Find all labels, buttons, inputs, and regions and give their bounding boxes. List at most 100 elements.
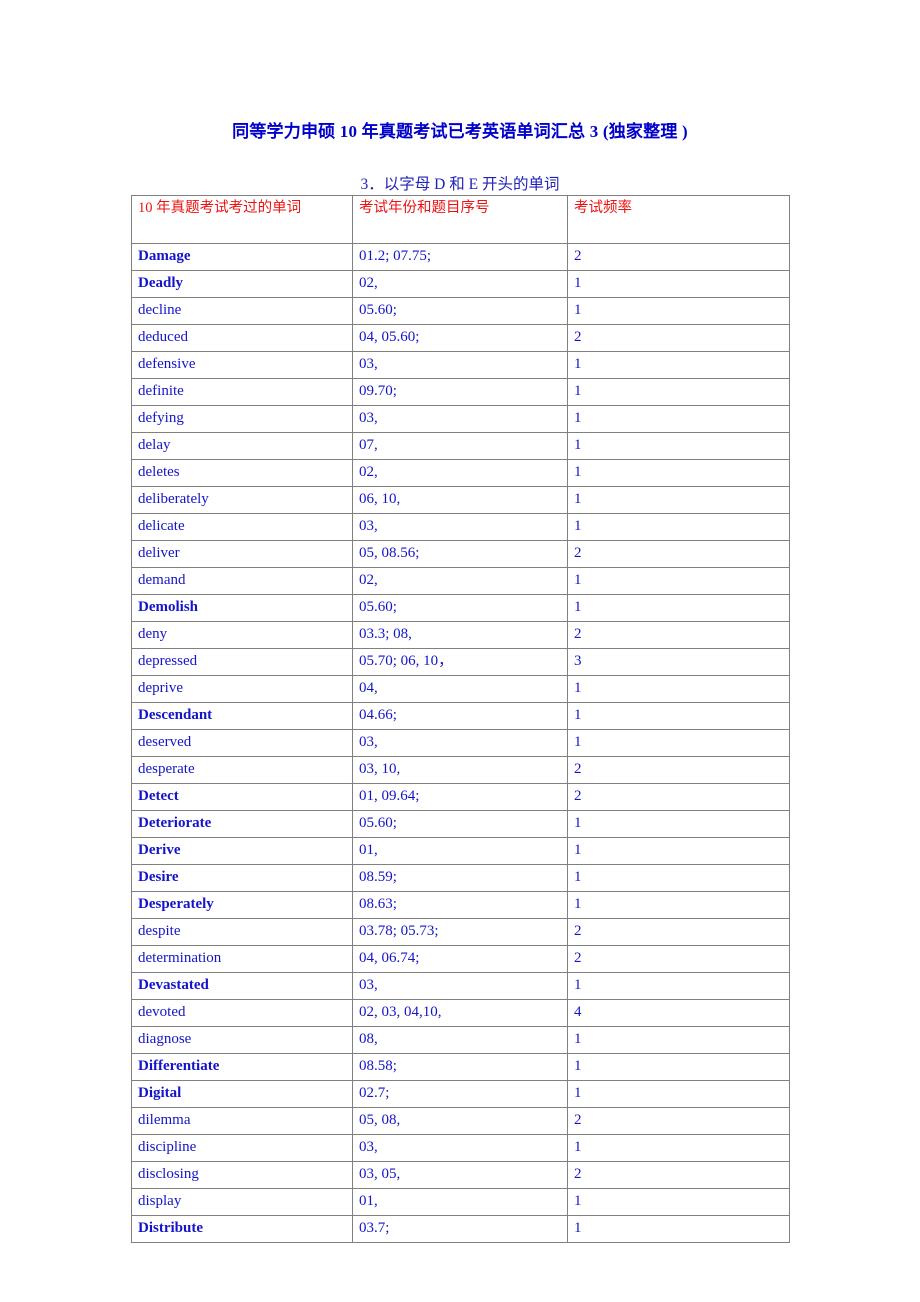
table-row: delay 07, 1 [131, 432, 790, 460]
table-row: Desperately 08.63; 1 [131, 891, 790, 919]
cell-exam-years: 03.78; 05.73; [352, 918, 568, 946]
cell-frequency: 1 [567, 702, 790, 730]
cell-word: despite [131, 918, 353, 946]
table-row: dilemma 05, 08, 2 [131, 1107, 790, 1135]
cell-exam-years: 05.60; [352, 594, 568, 622]
table-row: Derive 01, 1 [131, 837, 790, 865]
cell-word: discipline [131, 1134, 353, 1162]
column-header-freq: 考试频率 [567, 195, 790, 244]
cell-exam-years: 08, [352, 1026, 568, 1054]
cell-exam-years: 04, 06.74; [352, 945, 568, 973]
cell-frequency: 1 [567, 486, 790, 514]
cell-exam-years: 03, [352, 351, 568, 379]
cell-word: decline [131, 297, 353, 325]
cell-word: Detect [131, 783, 353, 811]
cell-word: defying [131, 405, 353, 433]
cell-exam-years: 08.63; [352, 891, 568, 919]
cell-exam-years: 08.58; [352, 1053, 568, 1081]
cell-frequency: 1 [567, 1080, 790, 1108]
column-header-word: 10 年真题考试考过的单词 [131, 195, 353, 244]
table-row: Deadly 02, 1 [131, 270, 790, 298]
cell-word: depressed [131, 648, 353, 676]
cell-exam-years: 05.60; [352, 810, 568, 838]
cell-frequency: 4 [567, 999, 790, 1027]
cell-word: definite [131, 378, 353, 406]
table-header-row: 10 年真题考试考过的单词 考试年份和题目序号 考试频率 [131, 195, 790, 244]
cell-exam-years: 04, [352, 675, 568, 703]
cell-exam-years: 01, [352, 837, 568, 865]
cell-exam-years: 03, 10, [352, 756, 568, 784]
table-row: depressed 05.70; 06, 10， 3 [131, 648, 790, 676]
table-row: deprive 04, 1 [131, 675, 790, 703]
cell-word: Desperately [131, 891, 353, 919]
table-row: deliberately 06, 10, 1 [131, 486, 790, 514]
cell-word: deprive [131, 675, 353, 703]
table-row: deletes 02, 1 [131, 459, 790, 487]
table-row: Descendant 04.66; 1 [131, 702, 790, 730]
cell-word: diagnose [131, 1026, 353, 1054]
cell-word: deserved [131, 729, 353, 757]
cell-word: deny [131, 621, 353, 649]
cell-exam-years: 02, 03, 04,10, [352, 999, 568, 1027]
cell-exam-years: 01.2; 07.75; [352, 243, 568, 271]
cell-frequency: 2 [567, 243, 790, 271]
table-row: deduced 04, 05.60; 2 [131, 324, 790, 352]
cell-frequency: 2 [567, 756, 790, 784]
table-row: Digital 02.7; 1 [131, 1080, 790, 1108]
cell-word: Differentiate [131, 1053, 353, 1081]
cell-word: Demolish [131, 594, 353, 622]
cell-frequency: 1 [567, 459, 790, 487]
cell-exam-years: 05, 08, [352, 1107, 568, 1135]
table-row: decline 05.60; 1 [131, 297, 790, 325]
word-table-container: 10 年真题考试考过的单词 考试年份和题目序号 考试频率 Damage 01.2;… [131, 195, 790, 1243]
cell-word: deduced [131, 324, 353, 352]
cell-frequency: 1 [567, 594, 790, 622]
cell-word: Derive [131, 837, 353, 865]
cell-word: Devastated [131, 972, 353, 1000]
cell-exam-years: 03, [352, 1134, 568, 1162]
cell-frequency: 1 [567, 1188, 790, 1216]
cell-exam-years: 01, [352, 1188, 568, 1216]
cell-exam-years: 03, [352, 729, 568, 757]
cell-frequency: 1 [567, 810, 790, 838]
cell-exam-years: 03, [352, 513, 568, 541]
table-row: devoted 02, 03, 04,10, 4 [131, 999, 790, 1027]
table-row: defensive 03, 1 [131, 351, 790, 379]
cell-frequency: 2 [567, 1107, 790, 1135]
table-row: deny 03.3; 08, 2 [131, 621, 790, 649]
document-title: 同等学力申硕 10 年真题考试已考英语单词汇总 3 (独家整理 ) [232, 122, 688, 141]
cell-frequency: 1 [567, 351, 790, 379]
table-row: diagnose 08, 1 [131, 1026, 790, 1054]
cell-exam-years: 05.60; [352, 297, 568, 325]
table-row: Devastated 03, 1 [131, 972, 790, 1000]
table-row: delicate 03, 1 [131, 513, 790, 541]
table-header: 10 年真题考试考过的单词 考试年份和题目序号 考试频率 [131, 195, 790, 244]
cell-frequency: 1 [567, 513, 790, 541]
cell-frequency: 1 [567, 972, 790, 1000]
table-row: deliver 05, 08.56; 2 [131, 540, 790, 568]
table-body: Damage 01.2; 07.75; 2 Deadly 02, 1 decline 05.6… [131, 243, 790, 1243]
cell-exam-years: 02, [352, 270, 568, 298]
cell-word: dilemma [131, 1107, 353, 1135]
cell-frequency: 2 [567, 540, 790, 568]
cell-frequency: 3 [567, 648, 790, 676]
cell-frequency: 1 [567, 1026, 790, 1054]
table-row: Detect 01, 09.64; 2 [131, 783, 790, 811]
cell-word: Deadly [131, 270, 353, 298]
cell-frequency: 1 [567, 864, 790, 892]
cell-frequency: 1 [567, 567, 790, 595]
table-row: deserved 03, 1 [131, 729, 790, 757]
cell-word: defensive [131, 351, 353, 379]
cell-frequency: 1 [567, 891, 790, 919]
cell-exam-years: 08.59; [352, 864, 568, 892]
cell-frequency: 1 [567, 297, 790, 325]
table-row: despite 03.78; 05.73; 2 [131, 918, 790, 946]
cell-frequency: 2 [567, 918, 790, 946]
cell-word: desperate [131, 756, 353, 784]
cell-word: Desire [131, 864, 353, 892]
table-row: definite 09.70; 1 [131, 378, 790, 406]
cell-frequency: 2 [567, 783, 790, 811]
cell-exam-years: 06, 10, [352, 486, 568, 514]
cell-word: Distribute [131, 1215, 353, 1243]
cell-word: display [131, 1188, 353, 1216]
